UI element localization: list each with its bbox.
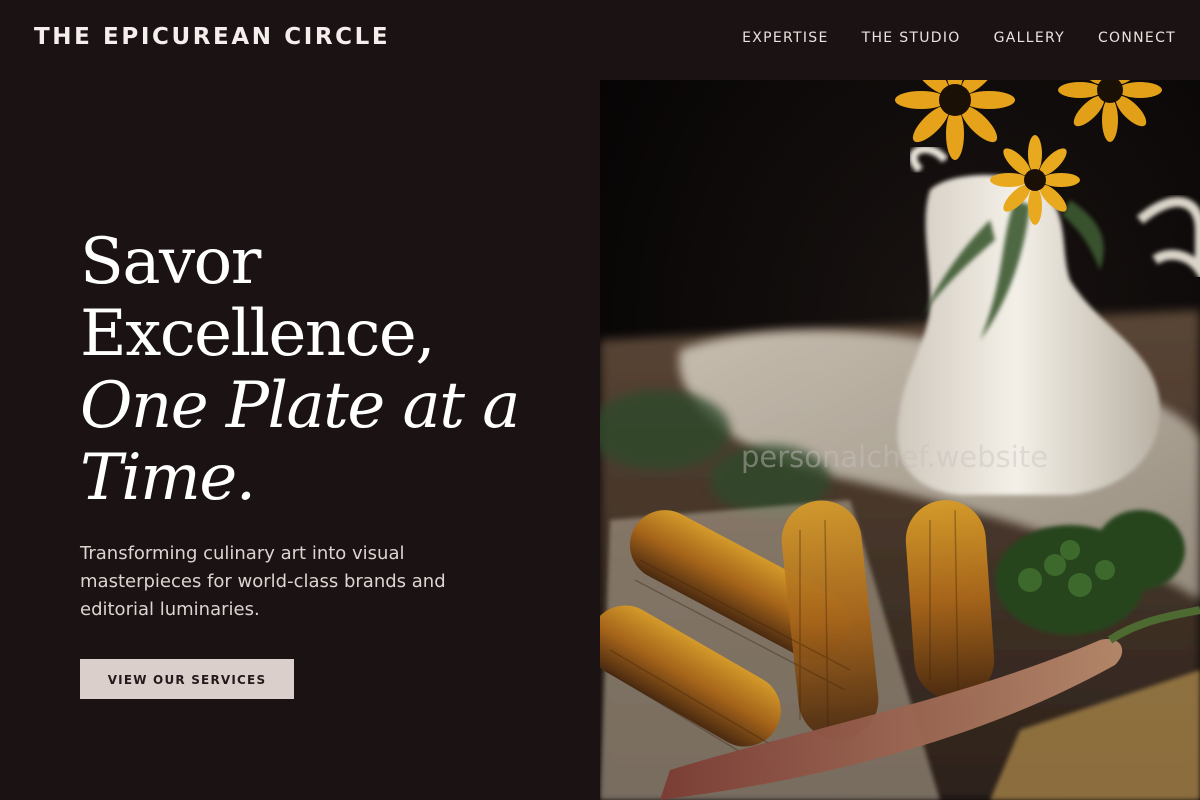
nav-the-studio[interactable]: THE STUDIO — [862, 30, 961, 46]
main-nav: EXPERTISE THE STUDIO GALLERY CONNECT — [742, 30, 1176, 46]
view-services-button[interactable]: VIEW OUR SERVICES — [80, 659, 294, 699]
nav-expertise[interactable]: EXPERTISE — [742, 30, 829, 46]
hero-description: Transforming culinary art into visual ma… — [80, 543, 446, 620]
headline-line-1: Savor — [80, 225, 261, 299]
hero-headline: Savor Excellence, One Plate at a Time. — [80, 226, 580, 514]
site-header: THE EPICUREAN CIRCLE EXPERTISE THE STUDI… — [0, 0, 1200, 80]
headline-line-2: Excellence, — [80, 297, 436, 371]
headline-line-3: One Plate at a — [80, 369, 520, 443]
nav-gallery[interactable]: GALLERY — [994, 30, 1065, 46]
brand-logo[interactable]: THE EPICUREAN CIRCLE — [34, 24, 390, 50]
watermark-text: personalchef.website — [741, 440, 1049, 474]
headline-line-4: Time. — [80, 441, 256, 515]
landing-page: THE EPICUREAN CIRCLE EXPERTISE THE STUDI… — [0, 0, 1200, 800]
hero-section: Savor Excellence, One Plate at a Time. T… — [80, 226, 580, 699]
hero-food-photo: personalchef.website — [600, 80, 1200, 800]
nav-connect[interactable]: CONNECT — [1098, 30, 1176, 46]
